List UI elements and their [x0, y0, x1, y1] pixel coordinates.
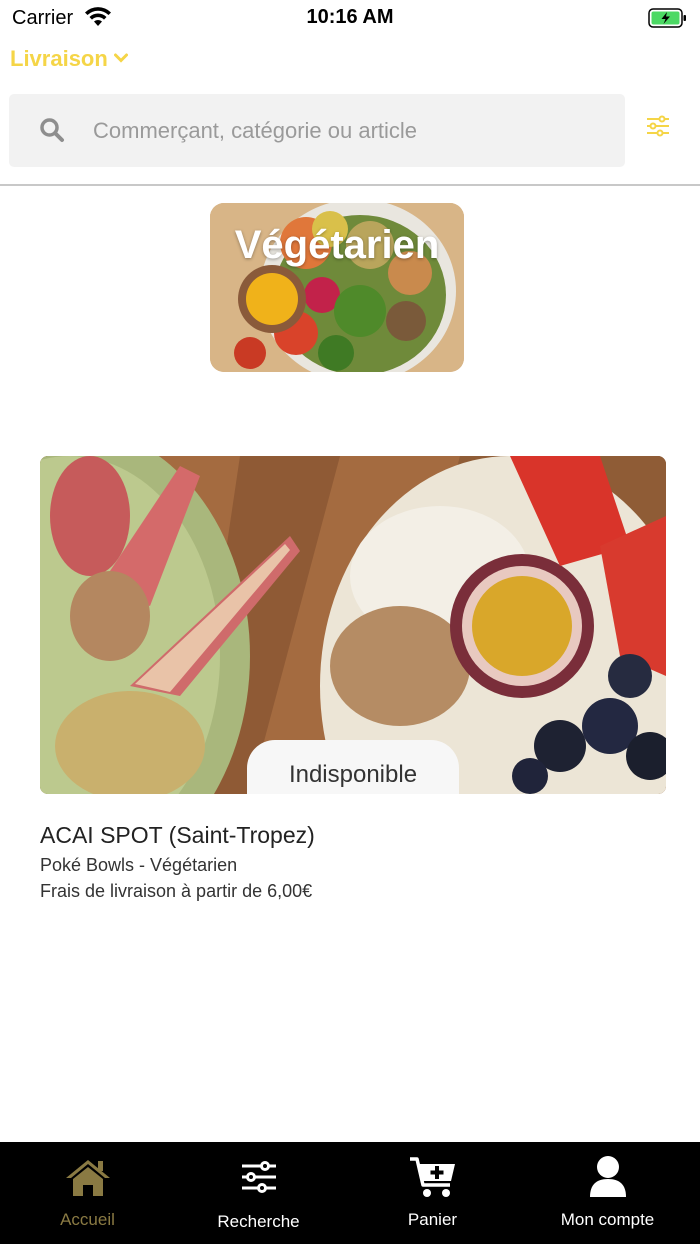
merchant-card[interactable]: Indisponible ACAI SPOT (Saint-Tropez) Po… — [40, 456, 666, 901]
tab-mon-compte[interactable]: Mon compte — [520, 1142, 695, 1244]
battery-icon — [648, 7, 688, 34]
filter-button[interactable] — [640, 110, 676, 146]
tab-accueil[interactable]: Accueil — [0, 1142, 175, 1244]
chevron-down-icon — [113, 50, 128, 68]
tab-label: Recherche — [217, 1212, 300, 1231]
tab-label: Mon compte — [560, 1210, 655, 1229]
merchant-image: Indisponible — [40, 456, 666, 794]
category-title: Végétarien — [234, 223, 440, 267]
sliders-icon — [171, 1154, 346, 1200]
cart-icon — [345, 1154, 520, 1200]
clock: 10:16 AM — [306, 6, 394, 28]
tab-label: Accueil — [60, 1210, 115, 1229]
delivery-mode-selector[interactable]: Livraison — [10, 46, 128, 72]
header-divider — [0, 184, 700, 186]
search-bar — [9, 94, 625, 167]
merchant-categories: Poké Bowls - Végétarien — [40, 855, 238, 875]
user-icon — [520, 1154, 695, 1200]
category-tile-vegetarien[interactable]: Végétarien — [210, 203, 464, 372]
merchant-name: ACAI SPOT (Saint-Tropez) — [40, 822, 315, 848]
search-icon — [39, 117, 65, 148]
sliders-icon — [645, 115, 671, 142]
unavailable-badge: Indisponible — [247, 740, 459, 794]
tab-label: Panier — [407, 1210, 458, 1229]
delivery-fee: Frais de livraison à partir de 6,00€ — [40, 881, 313, 901]
delivery-mode-label: Livraison — [10, 46, 108, 71]
tab-bar: Accueil Recherche Panier Mon compte — [0, 1142, 700, 1244]
tab-panier[interactable]: Panier — [345, 1142, 520, 1244]
search-input[interactable] — [91, 108, 615, 154]
home-icon — [0, 1154, 175, 1200]
tab-recherche[interactable]: Recherche — [171, 1142, 346, 1244]
status-bar: Carrier 10:16 AM — [0, 0, 700, 36]
